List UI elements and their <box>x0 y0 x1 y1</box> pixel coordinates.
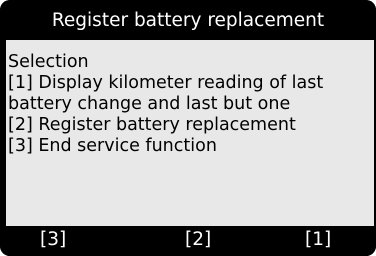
function-key-3[interactable]: [3] <box>40 229 66 251</box>
function-key-bar: [3] [2] [1] <box>0 226 376 256</box>
option-1-label[interactable]: [1] Display kilometer reading of last <box>8 73 323 94</box>
function-key-1[interactable]: [1] <box>305 229 331 251</box>
diagnostic-screen: Register battery replacement Selection [… <box>0 0 376 256</box>
option-1-label-continued[interactable]: battery change and last but one <box>8 94 290 115</box>
selection-heading: Selection <box>8 52 89 72</box>
title-bar: Register battery replacement <box>0 0 376 40</box>
option-2-label[interactable]: [2] Register battery replacement <box>8 115 296 136</box>
option-3-label[interactable]: [3] End service function <box>8 136 217 157</box>
content-panel: Selection [1] Display kilometer reading … <box>6 40 374 226</box>
function-key-2[interactable]: [2] <box>185 229 211 251</box>
screen-title: Register battery replacement <box>51 9 325 31</box>
